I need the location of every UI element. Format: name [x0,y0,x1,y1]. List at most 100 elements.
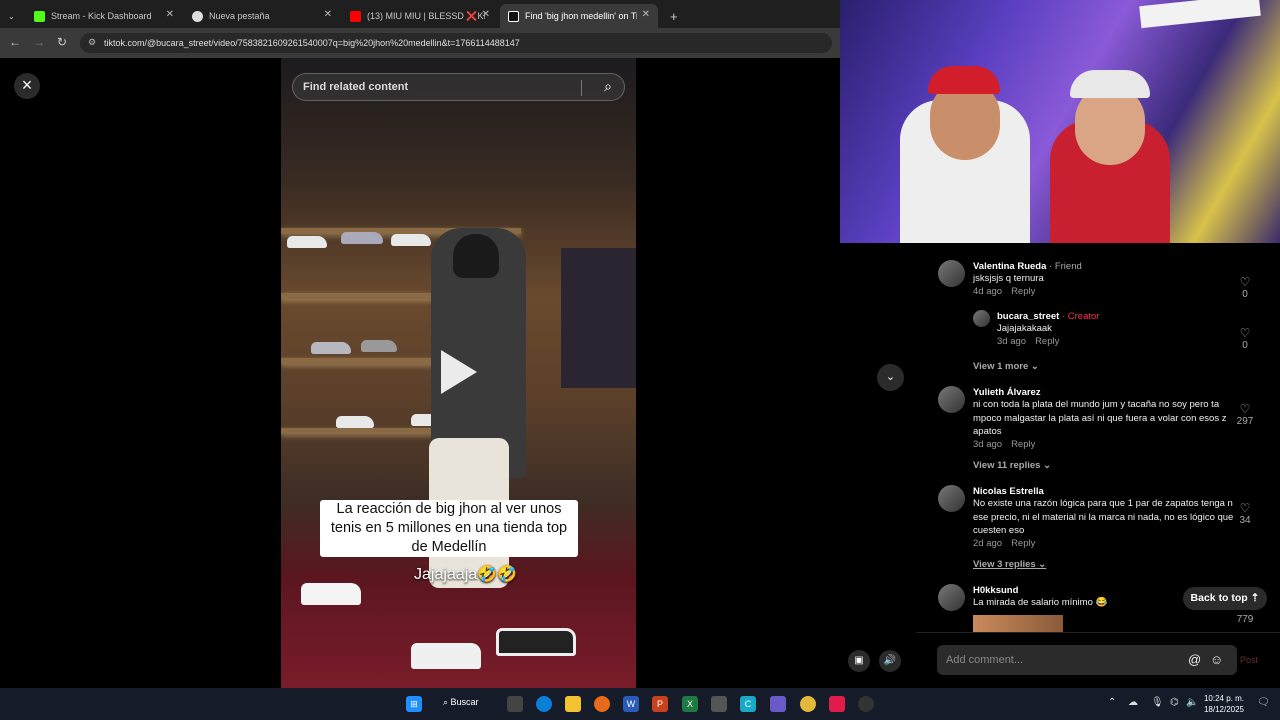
video-player[interactable]: Find related content ⌕ La reacción de bi… [281,58,636,688]
comment-time: 3d ago [997,335,1027,347]
close-video-button[interactable]: × [14,73,40,99]
avatar[interactable] [938,584,965,611]
browser-tab-bar: ⌄ Stream - Kick Dashboard ✕ Nueva pestañ… [0,0,840,28]
reply-button[interactable]: Reply [1011,439,1035,450]
pip-icon: ▣ [854,655,864,666]
reply-button[interactable]: Reply [1035,336,1059,347]
tiktok-icon [508,10,519,22]
reply-button[interactable]: Reply [1011,286,1035,297]
browser-nav-bar: ← → ↻ ⚙ tiktok.com/@bucara_street/video/… [0,28,840,58]
view-more-link[interactable]: View 1 more ⌄ [973,361,1039,372]
video-caption-laugh: Jajajaaja🤣🤣 [414,566,517,583]
forward-arrow-icon[interactable]: → [33,35,45,49]
shoe [287,236,327,248]
post-button[interactable]: Post [1240,655,1258,665]
avatar[interactable] [938,485,965,512]
webcam-overlay [840,0,1280,243]
address-bar[interactable]: ⚙ tiktok.com/@bucara_street/video/758382… [80,33,832,53]
gamepad-icon[interactable] [770,696,786,712]
like-button[interactable]: ♡ 0 [1234,326,1256,351]
microphone-icon[interactable]: 🎙 [1151,697,1164,708]
reply-button[interactable]: Reply [1011,538,1035,549]
comment-image[interactable] [973,615,1063,632]
play-icon[interactable] [441,350,477,394]
close-icon[interactable]: ✕ [482,9,490,20]
like-count: 297 [1236,416,1254,427]
windows-start-icon[interactable]: ⊞ [406,696,422,712]
person [453,234,499,278]
pip-button[interactable]: ▣ [848,650,870,672]
comment-author[interactable]: Valentina Rueda [973,261,1046,272]
heart-icon: ♡ [1239,501,1251,515]
clock[interactable]: 10:24 p. m. 18/12/2025 [1198,693,1250,715]
windows-taskbar: ⊞ ⌕ Buscar W P X C ⌃ ☁ 🎙 ⌬ 🔈 10:24 p. m.… [0,688,1280,720]
edge-icon[interactable] [536,696,552,712]
like-button[interactable]: ♡ 34 [1234,501,1256,526]
wifi-icon[interactable]: ⌬ [1170,697,1179,708]
like-count: 779 [1236,614,1254,625]
shoe [391,234,431,246]
chevron-up-icon[interactable]: ⌃ [1108,697,1116,708]
like-button[interactable]: ♡ 297 [1234,402,1256,427]
tab-list-button[interactable]: ⌄ [0,4,24,28]
volume-button[interactable]: 🔊 [879,650,901,672]
avatar[interactable] [973,310,990,327]
tab-label: Nueva pestaña [209,11,270,21]
reload-icon[interactable]: ↻ [57,35,67,49]
find-related-search[interactable]: Find related content ⌕ [292,73,625,101]
app-icon[interactable] [711,696,727,712]
tiktok-video-page: × Find related content ⌕ La reacción de … [0,58,904,688]
close-icon[interactable]: ✕ [642,9,650,20]
firefox-icon[interactable] [594,696,610,712]
back-to-top-button[interactable]: Back to top ⇡ [1183,587,1267,610]
word-icon[interactable]: W [623,696,639,712]
search-icon[interactable]: ⌕ [604,78,612,95]
next-video-button[interactable]: ⌄ [877,364,904,391]
view-more-label: View 1 more [973,361,1029,372]
excel-icon[interactable]: X [682,696,698,712]
view-replies-link[interactable]: View 11 replies ⌄ [973,460,1051,471]
view-replies-link[interactable]: View 3 replies ⌄ [973,559,1046,570]
new-tab-button[interactable]: + [662,4,682,28]
canva-icon[interactable]: C [740,696,756,712]
comment-input-bar: @ ☺ Post [916,632,1280,688]
tab-kick[interactable]: Stream - Kick Dashboard ✕ [26,4,182,28]
site-info-icon[interactable]: ⚙ [88,37,96,48]
app-icon[interactable] [858,696,874,712]
tab-new[interactable]: Nueva pestaña ✕ [184,4,340,28]
comment-item: Yulieth Álvarez ni con toda la plata del… [973,387,1235,450]
chrome-icon[interactable] [800,696,816,712]
clock-date: 18/12/2025 [1203,705,1245,714]
task-view-icon[interactable] [507,696,523,712]
tab-label: (13) MIU MIU | BLESSD ❌KRIS [367,10,485,21]
notifications-icon[interactable]: 🗨 [1257,697,1270,708]
avatar[interactable] [938,386,965,413]
like-button[interactable]: 779 [1234,614,1256,625]
poster [561,248,636,388]
at-mention-icon[interactable]: @ [1188,652,1201,667]
like-button[interactable]: ♡ 0 [1234,275,1256,300]
volume-icon[interactable]: 🔈 [1186,697,1198,708]
comment-author[interactable]: H0kksund [973,585,1018,596]
back-arrow-icon[interactable]: ← [9,35,21,49]
tab-tiktok[interactable]: Find 'big jhon medellin' on TikT ✕ [500,4,658,28]
avatar[interactable] [938,260,965,287]
taskbar-search[interactable]: ⌕ Buscar [443,697,479,708]
close-icon[interactable]: ✕ [166,9,174,20]
comment-text: No existe una razón lógica para que 1 pa… [973,498,1234,536]
onedrive-icon[interactable]: ☁ [1128,697,1138,708]
powerpoint-icon[interactable]: P [652,696,668,712]
chevron-down-icon: ⌄ [885,371,896,383]
comment-author[interactable]: bucara_street [997,311,1059,322]
comment-author[interactable]: Nicolas Estrella [973,486,1044,497]
file-explorer-icon[interactable] [565,696,581,712]
reply-item: bucara_street · Creator Jajajakakaak 3d … [997,311,1099,347]
chrome-icon [192,10,203,22]
shoe [496,628,576,656]
shoe [341,232,383,244]
emoji-icon[interactable]: ☺ [1210,652,1223,667]
tiktok-icon[interactable] [829,696,845,712]
close-icon[interactable]: ✕ [324,9,332,20]
comment-author[interactable]: Yulieth Álvarez [973,387,1041,398]
tab-youtube[interactable]: (13) MIU MIU | BLESSD ❌KRIS ✕ [342,4,498,28]
